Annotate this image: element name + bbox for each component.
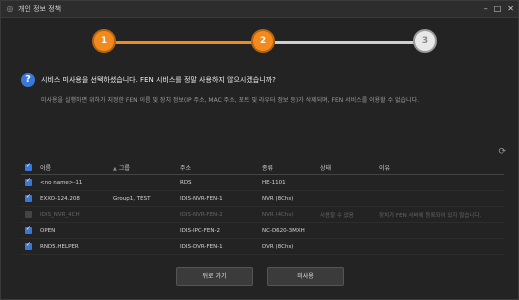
row-checkbox[interactable] <box>25 225 32 234</box>
cell-name: OPEN <box>40 227 56 234</box>
device-table: 이름 ▲그룹 주소 종류 상태 이유 <no name>-11 RDS HE-110… <box>21 161 504 255</box>
cell-group: Group1, TEST <box>113 195 151 202</box>
row-checkbox[interactable] <box>25 193 32 202</box>
row-checkbox <box>25 211 32 218</box>
cell-address: IDIS-NVR-FEN-2 <box>180 211 223 218</box>
step-3: 3 <box>415 31 435 51</box>
question-icon: ? <box>21 73 35 87</box>
minimize-button[interactable]: – <box>484 3 488 15</box>
step-1: 1 <box>94 31 114 51</box>
description-text: 미사용을 실행하면 위하가 지정한 FEN 이름 및 장치 정보(IP 주소, … <box>41 97 420 104</box>
cell-type: DVR (8Chs) <box>262 243 294 250</box>
step-indicator: 1 2 3 <box>91 29 436 57</box>
back-button[interactable]: 뒤로 가기 <box>176 267 253 286</box>
header-reason[interactable]: 이유 <box>379 163 497 172</box>
maximize-button[interactable]: □ <box>494 3 502 15</box>
header-status[interactable]: 상태 <box>320 163 379 172</box>
table-row[interactable]: RND5.HELPER IDIS-DVR-FEN-1 DVR (8Chs) <box>21 239 504 255</box>
cell-name: IDIS_NVR_4CH <box>40 211 80 218</box>
window-title: 개인 정보 정책 <box>18 5 62 13</box>
header-group-label: 그룹 <box>118 165 130 172</box>
cell-status: 사용할 수 없음 <box>320 212 354 219</box>
header-type[interactable]: 종류 <box>262 163 320 172</box>
table-row[interactable]: EXXO-124.208 Group1, TEST IDIS-NVR-FEN-1 NV… <box>21 191 504 207</box>
table-header: 이름 ▲그룹 주소 종류 상태 이유 <box>21 161 504 175</box>
skip-button[interactable]: 미사용 <box>267 267 344 286</box>
window-controls: – □ ✕ <box>484 3 514 15</box>
question-row: ? 시비스 미사용을 선택하셨습니다. FEN 시비스를 정말 사용하지 않으시… <box>21 73 276 87</box>
dialog-window: ◎ 개인 정보 정책 – □ ✕ 1 2 3 ? 시비스 미사용을 선택하셨습니… <box>0 0 519 300</box>
close-button[interactable]: ✕ <box>507 3 514 15</box>
select-all-checkbox[interactable] <box>25 162 32 171</box>
table-row[interactable]: <no name>-11 RDS HE-1101 <box>21 175 504 191</box>
step-connector-completed <box>113 41 253 44</box>
header-address[interactable]: 주소 <box>180 163 262 172</box>
table-row[interactable]: OPEN IDIS-IPC-FEN-2 NC-D620-3MXH <box>21 223 504 239</box>
cell-address: IDIS-IPC-FEN-2 <box>180 227 220 234</box>
cell-address: IDIS-NVR-FEN-1 <box>180 195 223 202</box>
cell-type: NVR (8Chs) <box>262 195 294 202</box>
cell-type: NVR (4Chs) <box>262 211 294 218</box>
title-bar: ◎ 개인 정보 정책 – □ ✕ <box>1 1 518 18</box>
cell-name: RND5.HELPER <box>40 243 79 250</box>
row-checkbox[interactable] <box>25 241 32 250</box>
cell-address: IDIS-DVR-FEN-1 <box>180 243 223 250</box>
sort-icon: ▲ <box>113 166 117 172</box>
cell-name: <no name>-11 <box>40 179 83 186</box>
cell-type: HE-1101 <box>262 179 286 186</box>
refresh-icon[interactable]: ⟳ <box>498 147 506 157</box>
question-text: 시비스 미사용을 선택하셨습니다. FEN 시비스를 정말 사용하지 않으시겠습… <box>41 76 276 84</box>
table-row[interactable]: IDIS_NVR_4CH IDIS-NVR-FEN-2 NVR (4Chs) 사용할 … <box>21 207 504 223</box>
cell-address: RDS <box>180 179 192 186</box>
row-checkbox[interactable] <box>25 177 32 186</box>
table-body: <no name>-11 RDS HE-1101 EXXO-124.208 Group1… <box>21 175 504 255</box>
app-icon: ◎ <box>6 4 14 13</box>
cell-name: EXXO-124.208 <box>40 195 80 202</box>
header-name[interactable]: 이름 <box>40 163 113 172</box>
step-2: 2 <box>253 31 273 51</box>
cell-type: NC-D620-3MXH <box>262 227 305 234</box>
cell-reason: 장치가 FEN 서버에 등록되어 있지 않습니다. <box>379 212 482 219</box>
header-group[interactable]: ▲ 그룹 <box>113 163 180 172</box>
step-connector-pending <box>275 41 417 44</box>
